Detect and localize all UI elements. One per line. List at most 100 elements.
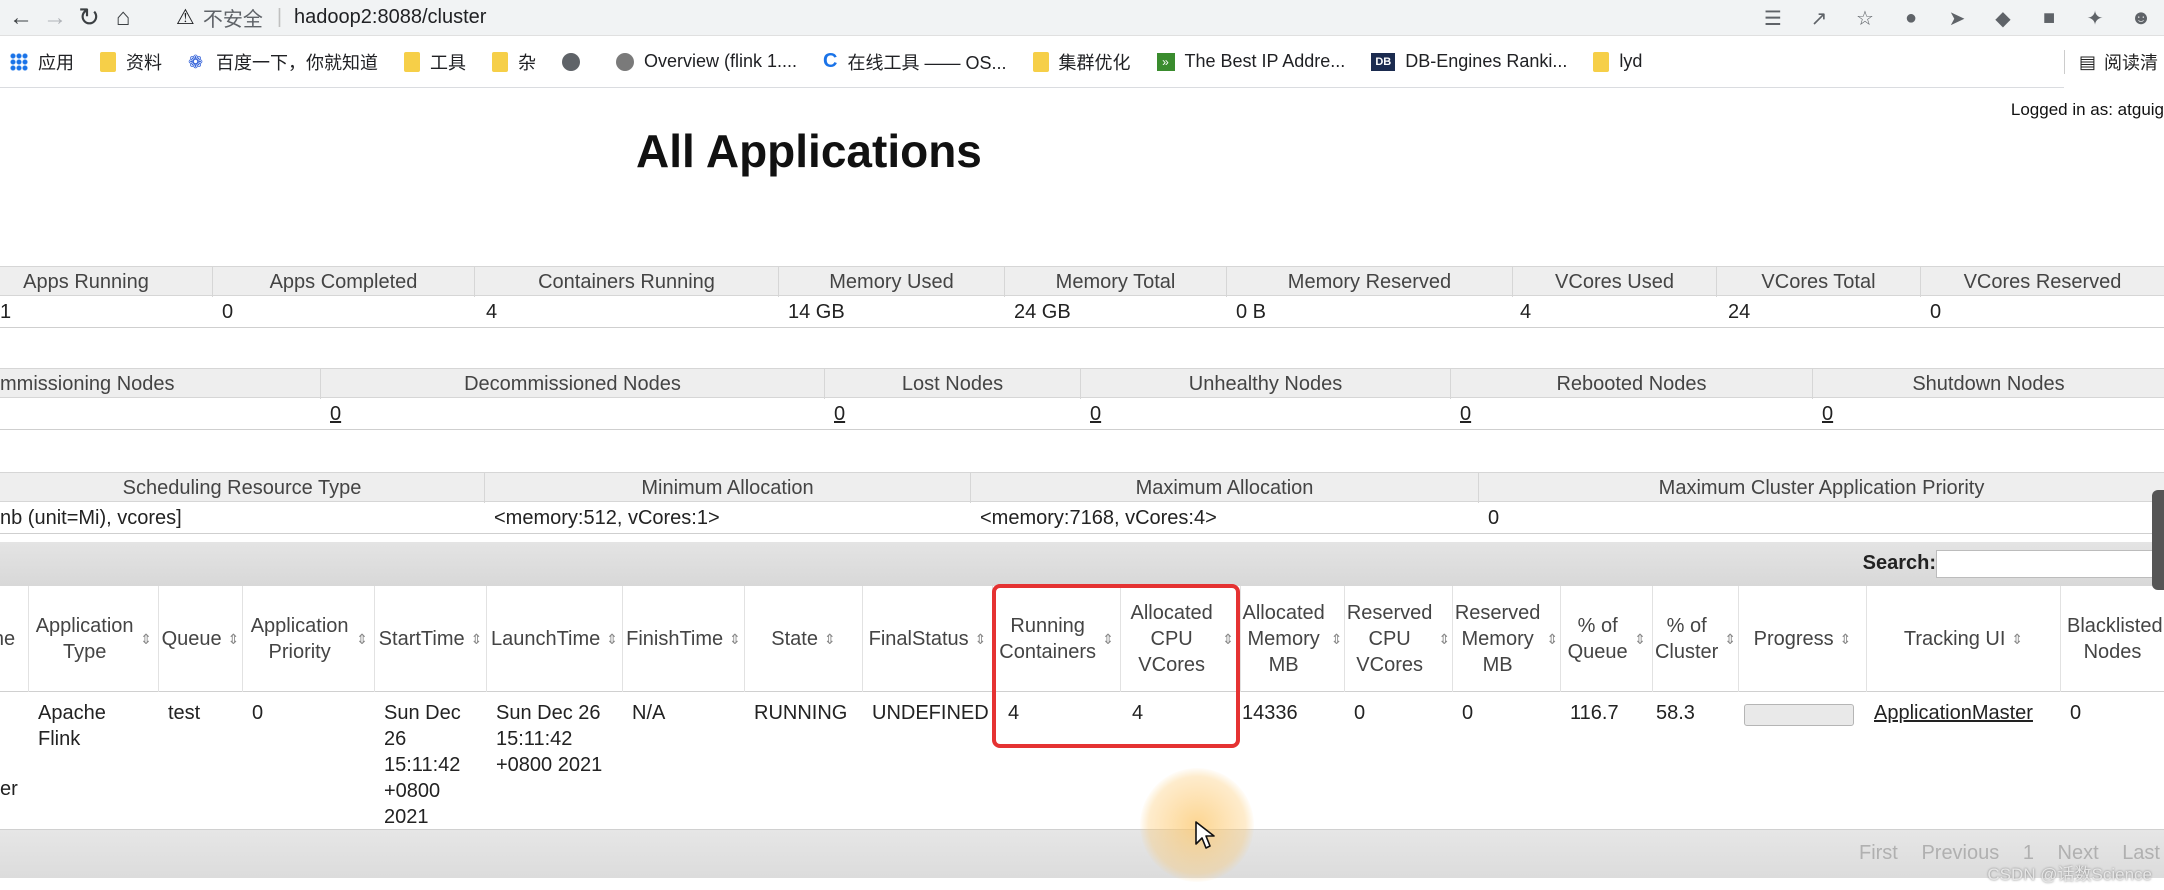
warning-triangle-icon: ⚠ (176, 6, 195, 29)
cell-start-time: Sun Dec 26 15:11:42 +0800 2021 (384, 702, 461, 828)
bookmark-star-icon[interactable]: ☆ (1842, 6, 1888, 31)
column-state[interactable]: State ⇕ (744, 586, 862, 692)
db-engines-icon: DB (1371, 52, 1396, 71)
value-maximum-allocation: <memory:7168, vCores:4> (980, 507, 1217, 529)
apps-table-toolbar: Search: (0, 542, 2164, 586)
column-allocated-memory-mb[interactable]: Allocated Memory MB ⇕ (1240, 586, 1344, 692)
column-queue[interactable]: Queue ⇕ (158, 586, 242, 692)
reading-list[interactable]: ▤ 阅读清 (2063, 36, 2164, 88)
extension-gray-icon[interactable]: ◆ (1980, 6, 2026, 31)
link-decommissioned-nodes[interactable]: 0 (330, 398, 341, 430)
value-memory-total: 24 GB (1014, 301, 1071, 323)
column-application-priority[interactable]: Application Priority ⇕ (242, 586, 374, 692)
column-running-containers[interactable]: Running Containers ⇕ (992, 586, 1120, 692)
translate-icon[interactable]: ☰ (1750, 6, 1796, 31)
link-shutdown-nodes[interactable]: 0 (1822, 398, 1833, 430)
column-reserved-cpu-vcores[interactable]: Reserved CPU VCores ⇕ (1344, 586, 1452, 692)
bookmark-folder-cluster[interactable]: 集群优化 (1032, 49, 1131, 75)
home-icon[interactable]: ⌂ (106, 1, 140, 35)
sort-icon: ⇕ (227, 631, 240, 647)
pager-first[interactable]: First (1859, 842, 1898, 864)
column-application-type[interactable]: Application Type ⇕ (28, 586, 158, 692)
column-blacklisted-nodes[interactable]: Blacklisted Nodes (2060, 586, 2164, 692)
column-start-time[interactable]: StartTime ⇕ (374, 586, 486, 692)
bookmark-label: 百度一下，你就知道 (216, 52, 378, 73)
cell-running-containers: 4 (1008, 702, 1020, 724)
cell-finish-time: N/A (632, 702, 666, 724)
bookmark-folder-misc[interactable]: 杂 (492, 49, 536, 75)
column-tracking-ui[interactable]: Tracking UI ⇕ (1866, 586, 2060, 692)
link-unhealthy-nodes[interactable]: 0 (1090, 398, 1101, 430)
value-max-cluster-app-priority: 0 (1488, 507, 1500, 529)
scrollbar-thumb[interactable] (2152, 490, 2164, 590)
column-progress[interactable]: Progress ⇕ (1738, 586, 1866, 692)
apps-grid-icon (10, 52, 28, 71)
cell-priority: 0 (252, 702, 264, 724)
reload-icon[interactable]: ↻ (72, 1, 106, 35)
bookmark-folder-lyd[interactable]: lyd (1593, 51, 1642, 72)
column-reserved-memory-mb[interactable]: Reserved Memory MB ⇕ (1452, 586, 1560, 692)
column-label: LaunchTime (490, 628, 601, 650)
column-allocated-cpu-vcores[interactable]: Allocated CPU VCores ⇕ (1120, 586, 1240, 692)
bookmark-online-tools[interactable]: C 在线工具 —— OS... (823, 49, 1006, 75)
column-final-status[interactable]: FinalStatus ⇕ (862, 586, 992, 692)
column-percent-of-queue[interactable]: % of Queue ⇕ (1560, 586, 1652, 692)
search-label: Search: (1862, 552, 1936, 574)
bookmark-db-engines[interactable]: DB DB-Engines Ranki... (1371, 51, 1567, 72)
tracking-ui-link[interactable]: ApplicationMaster (1874, 700, 2033, 726)
node-metrics-table: mmissioning Nodes Decommissioned Nodes L… (0, 368, 2164, 430)
bookmark-ip-address[interactable]: » The Best IP Addre... (1156, 51, 1345, 72)
scheduler-metrics-header: Scheduling Resource Type Minimum Allocat… (0, 472, 2164, 503)
puzzle-icon[interactable]: ✦ (2072, 6, 2118, 31)
bookmark-baidu[interactable]: ❁ 百度一下，你就知道 (188, 49, 378, 75)
bookmark-label: Overview (flink 1.... (644, 51, 798, 71)
cell-application-type: Apache Flink (38, 702, 106, 750)
column-launch-time[interactable]: LaunchTime ⇕ (486, 586, 622, 692)
value-memory-reserved: 0 B (1236, 301, 1267, 323)
address-bar[interactable]: ⚠ 不安全 | hadoop2:8088/cluster (176, 3, 486, 33)
column-label: % of Cluster (1654, 615, 1719, 663)
extension-icon[interactable]: ● (1888, 7, 1934, 30)
bookmark-folder-tools[interactable]: 工具 (404, 49, 466, 75)
column-percent-of-cluster[interactable]: % of Cluster ⇕ (1652, 586, 1738, 692)
sort-icon: ⇕ (1546, 631, 1559, 647)
sort-icon: ⇕ (729, 631, 741, 647)
column-finish-time[interactable]: FinishTime ⇕ (622, 586, 744, 692)
node-metrics-header: mmissioning Nodes Decommissioned Nodes L… (0, 368, 2164, 399)
bookmark-label: DB-Engines Ranki... (1405, 51, 1568, 71)
column-label: Queue (161, 628, 222, 650)
search-input[interactable] (1936, 550, 2164, 578)
column-label: Allocated Memory MB (1242, 602, 1325, 676)
column-label: Reserved CPU VCores (1346, 602, 1433, 676)
flink-icon (616, 52, 634, 71)
column-label: Running Containers (999, 615, 1096, 663)
column-name[interactable]: ne (0, 586, 28, 692)
bookmark-flink-overview[interactable]: Overview (flink 1.... (616, 51, 797, 72)
extension-red-icon[interactable]: ■ (2026, 7, 2072, 30)
column-label: StartTime (378, 628, 465, 650)
profile-icon[interactable]: ☻ (2118, 7, 2164, 30)
header-rebooted-nodes: Rebooted Nodes (1450, 369, 1812, 399)
link-lost-nodes[interactable]: 0 (834, 398, 845, 430)
progress-bar (1744, 704, 1854, 726)
folder-icon (492, 51, 508, 72)
bookmark-folder-ziliao[interactable]: 资料 (100, 49, 162, 75)
column-label: ne (0, 628, 16, 650)
ip-icon: » (1156, 52, 1175, 71)
link-rebooted-nodes[interactable]: 0 (1460, 398, 1471, 430)
url-text[interactable]: hadoop2:8088/cluster (294, 6, 486, 29)
sort-icon: ⇕ (2011, 631, 2024, 647)
header-scheduling-resource-type: Scheduling Resource Type (122, 477, 362, 499)
column-label: Blacklisted Nodes (2067, 615, 2163, 663)
cell-allocated-memory-mb: 14336 (1242, 702, 1298, 724)
extension-arrow-icon[interactable]: ➤ (1934, 6, 1980, 31)
bookmark-globe[interactable] (562, 52, 590, 71)
header-containers-running: Containers Running (474, 267, 778, 297)
header-maximum-allocation: Maximum Allocation (970, 473, 1478, 503)
back-icon[interactable]: ← (4, 1, 38, 35)
bookmark-apps[interactable]: 应用 (10, 49, 74, 75)
cell-final-status: UNDEFINED (872, 702, 989, 724)
forward-icon[interactable]: → (38, 1, 72, 35)
baidu-paw-icon: ❁ (188, 51, 204, 72)
share-icon[interactable]: ↗ (1796, 6, 1842, 31)
